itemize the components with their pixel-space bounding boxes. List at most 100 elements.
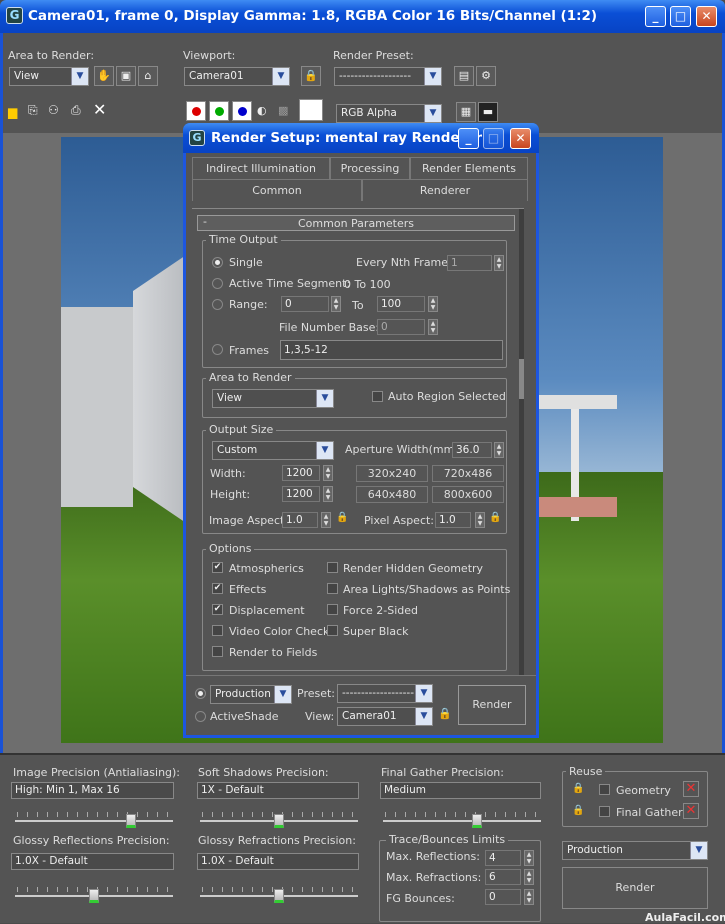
glossy-reflections-slider[interactable] [15, 887, 173, 907]
bottom-render-button[interactable]: Render [562, 867, 708, 909]
slider-thumb[interactable] [89, 889, 99, 903]
geometry-lock-icon[interactable]: 🔒 [572, 783, 584, 794]
render-hidden-geometry-checkbox[interactable] [327, 562, 338, 573]
channel-display-dropdown[interactable]: RGB Alpha ▼ [336, 104, 442, 123]
fg-bounces-input[interactable]: 0 [485, 889, 521, 905]
slider-thumb[interactable] [274, 814, 284, 828]
rollout-header[interactable]: - Common Parameters [197, 215, 515, 231]
swatch-color[interactable] [299, 99, 323, 121]
blue-channel-button[interactable] [232, 101, 252, 121]
green-channel-button[interactable] [209, 101, 229, 121]
size-320x240-button[interactable]: 320x240 [356, 465, 428, 482]
max-refractions-input[interactable]: 6 [485, 869, 521, 885]
fnb-spinner[interactable]: ▲ ▼ [428, 319, 438, 335]
footer-view-dropdown[interactable]: Camera01 ▼ [337, 707, 433, 726]
rollout-scrollbar[interactable] [519, 209, 524, 676]
file-number-base-input[interactable]: 0 [377, 319, 425, 335]
toggle-ui-icon[interactable]: ▦ [456, 102, 476, 122]
bottom-mode-dropdown[interactable]: Production ▼ [562, 841, 708, 860]
slider-thumb[interactable] [471, 814, 482, 828]
force-2-sided-checkbox[interactable] [327, 604, 338, 615]
environment-icon[interactable]: ⚙ [476, 66, 496, 86]
image-aspect-lock-icon[interactable]: 🔒 [336, 512, 348, 523]
dialog-maximize-button[interactable]: □ [483, 128, 504, 149]
render-preset-dropdown[interactable]: ------------------- ▼ [334, 67, 442, 86]
alpha-channel-icon[interactable]: ◐ [257, 104, 267, 117]
print-icon[interactable]: ⚇ [48, 103, 59, 117]
max-refractions-spinner[interactable]: ▲ ▼ [524, 869, 534, 885]
fg-bounces-spinner[interactable]: ▲ ▼ [524, 889, 534, 905]
super-black-checkbox[interactable] [327, 625, 338, 636]
width-input[interactable]: 1200 [282, 465, 320, 481]
render-to-fields-checkbox[interactable] [212, 646, 223, 657]
size-640x480-button[interactable]: 640x480 [356, 486, 428, 503]
save-region-icon[interactable]: ⌂ [138, 66, 158, 86]
video-color-check-checkbox[interactable] [212, 625, 223, 636]
range-from-input[interactable]: 0 [281, 296, 329, 312]
image-precision-field[interactable]: High: Min 1, Max 16 [11, 782, 174, 799]
range-from-spinner[interactable]: ▲ ▼ [331, 296, 341, 312]
pixel-aspect-input[interactable]: 1.0 [435, 512, 471, 528]
single-radio[interactable] [212, 257, 223, 268]
red-channel-button[interactable] [186, 101, 206, 121]
lock-icon[interactable]: 🔒 [301, 66, 321, 86]
size-800x600-button[interactable]: 800x600 [432, 486, 504, 503]
clone-window-icon[interactable]: ⎘ [28, 103, 38, 118]
frame-window-titlebar[interactable]: G Camera01, frame 0, Display Gamma: 1.8,… [0, 0, 725, 33]
area-to-render-dropdown[interactable]: View ▼ [9, 67, 89, 86]
dialog-area-dropdown[interactable]: View ▼ [212, 389, 334, 408]
max-reflections-spinner[interactable]: ▲ ▼ [524, 850, 534, 866]
range-to-spinner[interactable]: ▲ ▼ [428, 296, 438, 312]
final-gather-lock-icon[interactable]: 🔒 [572, 805, 584, 816]
frames-input[interactable]: 1,3,5-12 [280, 340, 503, 360]
dialog-titlebar[interactable]: G Render Setup: mental ray Renderer _ □ … [183, 123, 539, 153]
footer-lock-icon[interactable]: 🔒 [438, 707, 452, 720]
glossy-refractions-field[interactable]: 1.0X - Default [197, 853, 359, 870]
tab-renderer[interactable]: Renderer [362, 179, 528, 201]
reuse-geometry-checkbox[interactable] [599, 784, 610, 795]
frames-radio[interactable] [212, 344, 223, 355]
aperture-spinner[interactable]: ▲ ▼ [494, 442, 504, 458]
glossy-reflections-field[interactable]: 1.0X - Default [11, 853, 174, 870]
reuse-final-gather-checkbox[interactable] [599, 806, 610, 817]
output-preset-dropdown[interactable]: Custom ▼ [212, 441, 334, 460]
printer-icon[interactable]: ⎙ [71, 103, 81, 118]
minimize-button[interactable]: _ [645, 6, 666, 27]
pixel-aspect-spinner[interactable]: ▲ ▼ [475, 512, 485, 528]
auto-region-checkbox[interactable] [372, 391, 383, 402]
dialog-close-button[interactable]: ✕ [510, 128, 531, 149]
width-spinner[interactable]: ▲ ▼ [323, 465, 333, 481]
glossy-refractions-slider[interactable] [200, 887, 358, 907]
mono-icon[interactable]: ▩ [278, 104, 288, 117]
slider-thumb[interactable] [274, 889, 284, 903]
production-radio[interactable] [195, 688, 206, 699]
final-gather-field[interactable]: Medium [380, 782, 541, 799]
viewport-dropdown[interactable]: Camera01 ▼ [184, 67, 290, 86]
auto-region-icon[interactable]: ▣ [116, 66, 136, 86]
final-gather-slider[interactable] [383, 812, 541, 832]
soft-shadows-slider[interactable] [200, 812, 358, 832]
tab-render-elements[interactable]: Render Elements [410, 157, 528, 179]
soft-shadows-field[interactable]: 1X - Default [197, 782, 359, 799]
size-720x486-button[interactable]: 720x486 [432, 465, 504, 482]
activeshade-radio[interactable] [195, 711, 206, 722]
displacement-checkbox[interactable]: ✔ [212, 604, 223, 615]
dialog-render-button[interactable]: Render [458, 685, 526, 725]
aperture-input[interactable]: 36.0 [452, 442, 492, 458]
save-image-icon[interactable]: ▆ [8, 105, 22, 119]
every-nth-spinner[interactable]: ▲ ▼ [494, 255, 504, 271]
height-input[interactable]: 1200 [282, 486, 320, 502]
image-aspect-spinner[interactable]: ▲ ▼ [321, 512, 331, 528]
tab-processing[interactable]: Processing [330, 157, 410, 179]
active-segment-radio[interactable] [212, 278, 223, 289]
image-precision-slider[interactable] [15, 812, 173, 832]
atmospherics-checkbox[interactable]: ✔ [212, 562, 223, 573]
max-reflections-input[interactable]: 4 [485, 850, 521, 866]
tab-common[interactable]: Common [192, 179, 362, 201]
slider-thumb[interactable] [126, 814, 136, 828]
geometry-clear-icon[interactable]: ✕ [683, 781, 699, 797]
height-spinner[interactable]: ▲ ▼ [323, 486, 333, 502]
tab-indirect-illumination[interactable]: Indirect Illumination [192, 157, 330, 179]
toggle-overlay-icon[interactable]: ▬ [478, 102, 498, 122]
range-to-input[interactable]: 100 [377, 296, 425, 312]
